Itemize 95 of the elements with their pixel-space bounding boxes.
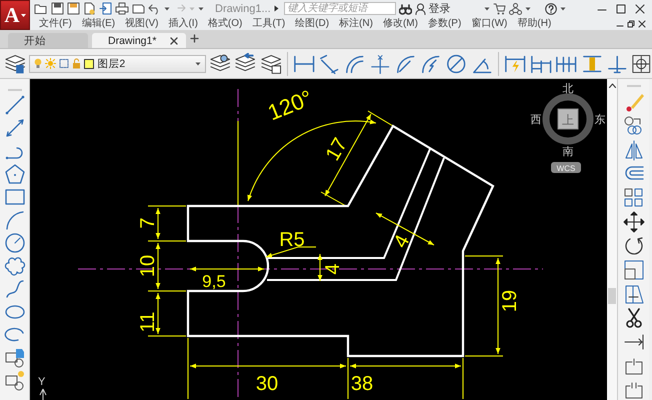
save-icon[interactable] — [51, 2, 64, 15]
app-logo[interactable]: A — [0, 0, 30, 30]
dimension-text: 30 — [256, 373, 278, 395]
dimension-text: 4 — [390, 231, 414, 252]
stretch-icon[interactable] — [622, 283, 644, 305]
layer-states-icon[interactable] — [260, 52, 282, 74]
scale-icon[interactable] — [622, 259, 644, 281]
spline-icon[interactable] — [4, 278, 26, 300]
import-icon[interactable] — [99, 2, 112, 15]
dimension-line — [156, 292, 160, 334]
dimension-line — [376, 212, 434, 246]
dimension-text: 11 — [137, 312, 159, 332]
array-icon[interactable] — [622, 187, 644, 209]
sign-in-link[interactable]: 登录 — [428, 1, 451, 16]
file-tab[interactable]: Drawing1* — [92, 33, 186, 48]
circle-icon[interactable] — [4, 232, 26, 254]
copy-icon[interactable] — [622, 115, 644, 137]
aligned-dimension-icon[interactable] — [318, 52, 341, 74]
dimension-text: R5 — [279, 229, 305, 251]
dimension-line — [156, 242, 160, 290]
user-icon[interactable] — [414, 2, 426, 14]
move-icon[interactable] — [622, 211, 644, 233]
menu-item[interactable]: 修改(M) — [378, 17, 423, 30]
dimension-text: 9,5 — [202, 272, 226, 291]
menu-item[interactable]: 参数(P) — [422, 17, 466, 30]
dimension-text: 4 — [322, 263, 344, 275]
arc-icon[interactable] — [4, 209, 26, 231]
construction-line-icon[interactable] — [4, 117, 26, 139]
compass-label[interactable]: 东 — [594, 114, 606, 126]
menu-item[interactable]: 文件(F) — [34, 17, 77, 30]
compass-label[interactable]: 西 — [530, 114, 542, 126]
dimension-text: 17 — [322, 134, 352, 165]
menu-item[interactable]: 工具(T) — [247, 17, 290, 30]
dimension-text: 120° — [264, 85, 316, 126]
mirror-icon[interactable] — [622, 139, 644, 161]
dimension-text: 38 — [350, 373, 374, 395]
polygon-icon[interactable] — [4, 163, 26, 185]
caret-icon[interactable] — [524, 6, 531, 12]
caret-icon[interactable] — [560, 6, 566, 12]
dimension-line — [156, 208, 160, 240]
dimension-text: 19 — [499, 290, 521, 312]
file-tab[interactable]: 开始 — [8, 33, 88, 48]
caret-icon[interactable] — [164, 6, 170, 12]
printer-icon[interactable] — [115, 2, 129, 15]
dimension-text: 7 — [137, 217, 159, 229]
menu-item[interactable]: 窗口(W) — [466, 17, 512, 30]
close-icon[interactable] — [635, 4, 645, 14]
caret-icon[interactable] — [20, 12, 26, 18]
cart-icon[interactable] — [492, 2, 506, 14]
close-icon[interactable] — [170, 36, 178, 44]
dimension-text: 10 — [137, 254, 159, 278]
revision-cloud-icon[interactable] — [4, 255, 26, 277]
expand-icon[interactable] — [274, 5, 279, 12]
line-icon[interactable] — [4, 94, 26, 116]
caret-icon[interactable] — [194, 60, 201, 66]
menu-item[interactable]: 标注(N) — [334, 17, 378, 30]
light-bulb-icon[interactable] — [34, 58, 42, 69]
restore-icon[interactable] — [627, 20, 635, 28]
menu-item[interactable]: 插入(I) — [163, 17, 203, 30]
undo-icon[interactable] — [148, 2, 161, 15]
viewport-icon[interactable] — [59, 58, 70, 69]
menu-item[interactable]: 帮助(H) — [512, 17, 556, 30]
axis-label: Y — [38, 376, 46, 388]
menu-item[interactable]: 格式(O) — [202, 17, 248, 30]
compass-label[interactable]: 北 — [562, 83, 574, 95]
document-icon[interactable] — [83, 2, 96, 15]
color-swatch-icon[interactable] — [84, 58, 94, 68]
document-title: Drawing1... — [215, 2, 271, 14]
diameter-dimension-icon[interactable] — [445, 52, 468, 74]
save-as-icon[interactable] — [67, 2, 80, 15]
network-icon[interactable] — [508, 2, 522, 14]
compass-ring[interactable] — [542, 94, 594, 144]
menu-item[interactable]: 编辑(E) — [76, 17, 120, 30]
ordinate-dimension-icon[interactable] — [369, 52, 392, 74]
binoculars-icon[interactable] — [398, 2, 412, 14]
center-mark-icon[interactable] — [631, 52, 652, 74]
scroll-up-icon[interactable] — [608, 83, 616, 88]
menu-item[interactable]: 绘图(D) — [290, 17, 334, 30]
layer-properties-icon[interactable] — [4, 52, 26, 74]
caret-icon[interactable] — [484, 6, 490, 12]
compass-label[interactable]: 南 — [562, 146, 574, 158]
plus-icon[interactable] — [190, 34, 200, 43]
scrollbar-thumb[interactable] — [608, 288, 616, 304]
rotate-icon[interactable] — [622, 235, 644, 257]
ucs-axis — [40, 388, 46, 400]
layer-name: 图层2 — [97, 56, 126, 70]
create-block-icon[interactable] — [4, 370, 26, 392]
folder-icon[interactable] — [34, 2, 48, 15]
menu-item[interactable]: 视图(V) — [120, 17, 164, 30]
sheet-icon[interactable] — [132, 2, 145, 15]
close-icon[interactable] — [638, 20, 646, 28]
insert-block-icon[interactable] — [4, 347, 26, 369]
layer-dropdown[interactable]: 图层2 — [29, 54, 206, 72]
maximize-icon[interactable] — [616, 4, 626, 14]
help-icon[interactable] — [544, 2, 557, 14]
